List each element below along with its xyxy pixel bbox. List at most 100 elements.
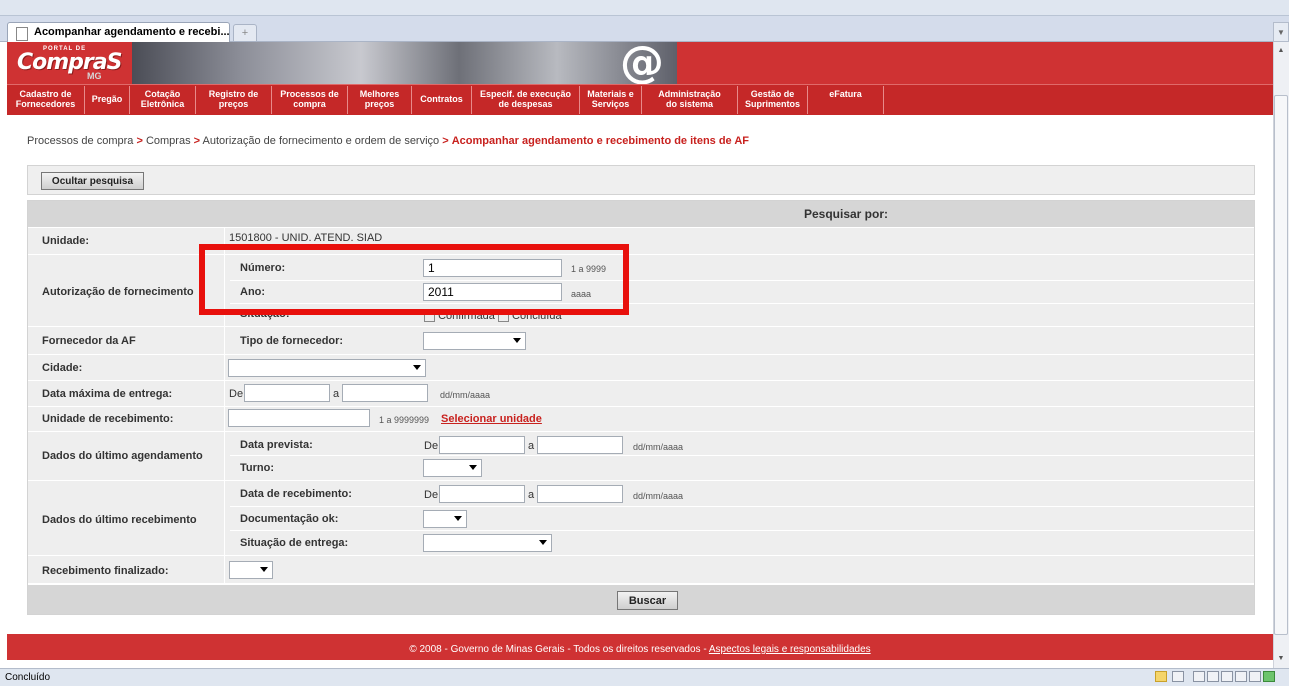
unidade-recebimento-input[interactable] [228, 409, 370, 427]
menu-pregao[interactable]: Pregão [85, 86, 130, 114]
tipo-fornecedor-select[interactable] [423, 332, 526, 350]
menu-processos-compra[interactable]: Processos de compra [272, 86, 348, 114]
data-recebimento-from-input[interactable] [439, 485, 525, 503]
hide-search-button[interactable]: Ocultar pesquisa [41, 172, 144, 190]
row-data-maxima [28, 381, 1254, 407]
unidade-recebimento-label: Unidade de recebimento: [42, 413, 174, 425]
chevron-down-icon [454, 516, 462, 521]
tipo-fornecedor-label: Tipo de fornecedor: [240, 335, 344, 347]
situacao-entrega-label: Situação de entrega: [240, 537, 349, 549]
unidade-label: Unidade: [42, 235, 90, 247]
at-sign-logo: @ [620, 42, 664, 84]
data-prevista-label: Data prevista: [240, 439, 313, 451]
data-prevista-a: a [528, 440, 535, 452]
site-banner: PORTAL DE CompraS MG @ [7, 42, 1273, 84]
menu-melhores-precos[interactable]: Melhores preços [348, 86, 412, 114]
chevron-down-icon [469, 465, 477, 470]
row-fornecedor [28, 327, 1254, 355]
menu-gestao-suprimentos[interactable]: Gestão de Suprimentos [738, 86, 808, 114]
footer-legal-link[interactable]: Aspectos legais e responsabilidades [709, 644, 871, 655]
menu-especif-execucao-despesas[interactable]: Especif. de execução de despesas [472, 86, 580, 114]
row-ultimo-agendamento [28, 432, 1254, 481]
lock-icon[interactable] [1155, 671, 1167, 682]
browser-tab-title: Acompanhar agendamento e recebi... [34, 26, 230, 38]
divider [230, 530, 1254, 531]
search-header: Pesquisar por: [28, 201, 1254, 227]
plus-icon: + [241, 27, 249, 39]
unidade-recebimento-hint: 1 a 9999999 [379, 415, 430, 425]
chevron-down-icon [260, 567, 268, 572]
status-text: Concluído [5, 672, 51, 683]
data-recebimento-a: a [528, 489, 535, 501]
scroll-down-arrow-icon[interactable]: ▼ [1274, 652, 1288, 666]
data-maxima-de: De [229, 388, 244, 400]
save-icon[interactable] [1221, 671, 1233, 682]
row-cidade [28, 355, 1254, 381]
menu-contratos[interactable]: Contratos [412, 86, 472, 114]
ultimo-agendamento-label: Dados do último agendamento [42, 450, 203, 462]
data-recebimento-de: De [424, 489, 439, 501]
page-icon [16, 27, 28, 41]
data-recebimento-to-input[interactable] [537, 485, 623, 503]
recebimento-finalizado-label: Recebimento finalizado: [42, 565, 169, 577]
banner-photo [132, 42, 677, 84]
data-maxima-label: Data máxima de entrega: [42, 388, 173, 400]
chevron-down-icon: ▼ [1277, 28, 1285, 37]
refresh-icon[interactable] [1249, 671, 1261, 682]
menu-materiais-servicos[interactable]: Materiais e Serviços [580, 86, 642, 114]
data-maxima-from-input[interactable] [244, 384, 330, 402]
data-recebimento-label: Data de recebimento: [240, 488, 352, 500]
divider [230, 455, 1254, 456]
search-toolbar [27, 165, 1255, 195]
tools-icon[interactable] [1207, 671, 1219, 682]
new-tab-button[interactable]: + [233, 24, 257, 42]
portal-compras-logo[interactable]: PORTAL DE CompraS MG [13, 44, 133, 82]
data-prevista-from-input[interactable] [439, 436, 525, 454]
print-icon[interactable] [1235, 671, 1247, 682]
turno-select[interactable] [423, 459, 482, 477]
cidade-label: Cidade: [42, 362, 83, 374]
autorizacao-label: Autorização de fornecimento [42, 286, 194, 298]
browser-toolbar-strip [0, 0, 1289, 16]
chevron-down-icon [513, 338, 521, 343]
divider [230, 506, 1254, 507]
documentacao-select[interactable] [423, 510, 467, 528]
turno-label: Turno: [240, 462, 275, 474]
scroll-up-arrow-icon[interactable]: ▲ [1274, 44, 1288, 58]
data-prevista-de: De [424, 440, 439, 452]
breadcrumb-compras[interactable]: Compras [146, 135, 191, 147]
breadcrumb-processos-compra[interactable]: Processos de compra [27, 135, 133, 147]
breadcrumb-autorizacao[interactable]: Autorização de fornecimento e ordem de s… [203, 135, 440, 147]
status-ok-icon[interactable] [1263, 671, 1275, 682]
chevron-down-icon [539, 540, 547, 545]
selecionar-unidade-link[interactable]: Selecionar unidade [441, 413, 542, 425]
data-prevista-to-input[interactable] [537, 436, 623, 454]
tab-list-dropdown[interactable]: ▼ [1273, 22, 1289, 42]
fornecedor-label: Fornecedor da AF [42, 335, 136, 347]
browser-tab[interactable]: Acompanhar agendamento e recebi... [7, 22, 230, 43]
data-prevista-hint: dd/mm/aaaa [633, 442, 684, 452]
ultimo-recebimento-label: Dados do último recebimento [42, 514, 197, 526]
menu-efatura[interactable]: eFatura [808, 86, 884, 114]
unidade-value: 1501800 - UNID. ATEND. SIAD [229, 232, 383, 244]
data-maxima-hint: dd/mm/aaaa [440, 390, 491, 400]
chevron-down-icon [413, 365, 421, 370]
menu-administracao-sistema[interactable]: Administração do sistema [642, 86, 738, 114]
browser-status-bar: Concluído [0, 668, 1289, 686]
pencil-icon[interactable] [1193, 671, 1205, 682]
scrollbar-thumb[interactable] [1274, 95, 1288, 635]
menu-registro-precos[interactable]: Registro de preços [196, 86, 272, 114]
cidade-select[interactable] [228, 359, 426, 377]
buscar-button[interactable]: Buscar [617, 591, 678, 610]
row-recebimento-finalizado [28, 556, 1254, 584]
site-footer: © 2008 - Governo de Minas Gerais - Todos… [7, 634, 1273, 660]
highlight-box [199, 244, 629, 315]
menu-cotacao-eletronica[interactable]: Cotação Eletrônica [130, 86, 196, 114]
row-unidade-recebimento [28, 407, 1254, 432]
data-maxima-a: a [333, 388, 340, 400]
menu-cadastro-fornecedores[interactable]: Cadastro de Fornecedores [7, 86, 85, 114]
situacao-entrega-select[interactable] [423, 534, 552, 552]
page-info-icon[interactable] [1172, 671, 1184, 682]
recebimento-finalizado-select[interactable] [229, 561, 273, 579]
data-maxima-to-input[interactable] [342, 384, 428, 402]
